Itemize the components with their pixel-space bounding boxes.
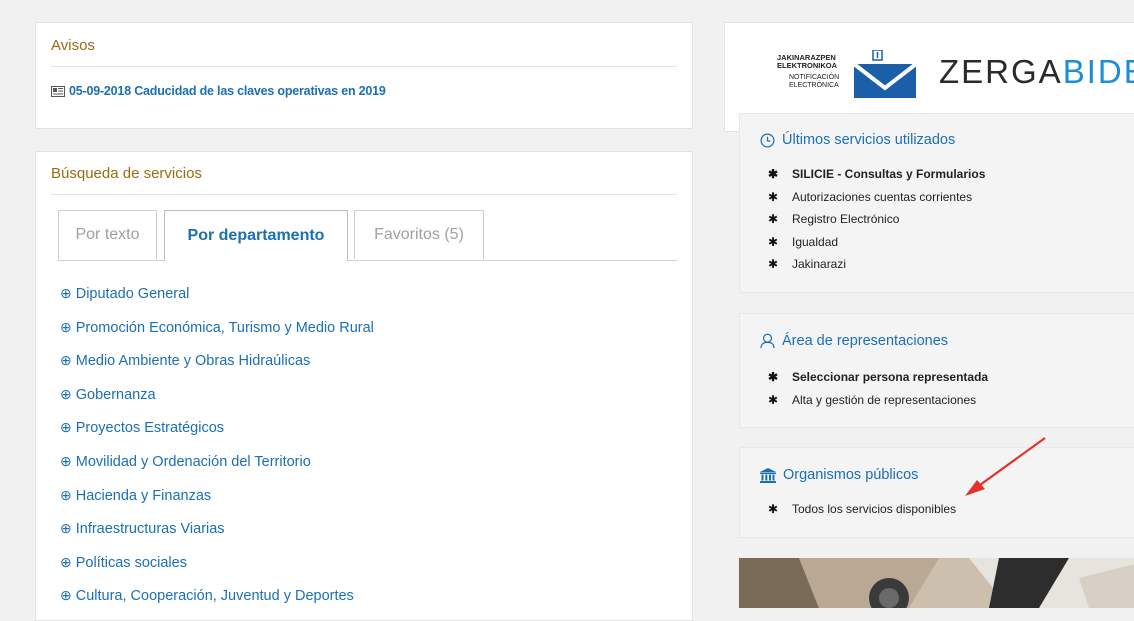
organismos-title-text: Organismos públicos — [783, 467, 919, 483]
notificacion-logo-text: NOTIFICACIÓN ELECTRÓNICA — [789, 74, 839, 90]
department-label: Diputado General — [75, 286, 190, 302]
department-label: Infraestructuras Viarias — [75, 521, 225, 538]
department-item[interactable]: ⊕ Cultura, Cooperación, Juventud y Deport… — [60, 578, 374, 612]
list-item[interactable]: ✱ Igualdad — [768, 231, 985, 254]
list-item[interactable]: ✱ Todos los servicios disponibles — [768, 498, 956, 521]
list-item-label: SILICIE - Consultas y Formularios — [792, 167, 986, 181]
organismos-panel: Organismos públicos ✱ Todos los servicios… — [739, 447, 1134, 538]
aviso-text: 05-09-2018 Caducidad de las claves opera… — [69, 84, 386, 98]
expand-plus-icon: ⊕ — [60, 285, 72, 301]
user-icon — [760, 333, 775, 349]
envelope-icon — [852, 50, 918, 98]
expand-plus-icon: ⊕ — [60, 486, 72, 503]
representaciones-panel: Área de representaciones ✱ Seleccionar pe… — [739, 313, 1134, 428]
avisos-title: Avisos — [51, 37, 95, 54]
aviso-link[interactable]: 05-09-2018 Caducidad de las claves opera… — [51, 84, 386, 98]
expand-plus-icon: ⊕ — [60, 587, 72, 604]
expand-plus-icon: ⊕ — [60, 520, 72, 537]
list-item[interactable]: ✱ Registro Electrónico — [768, 208, 985, 231]
list-item[interactable]: ✱ Seleccionar persona representada — [768, 366, 988, 389]
department-item[interactable]: ⊕ Movilidad y Ordenación del Territorio — [60, 444, 374, 478]
asterisk-icon: ✱ — [768, 370, 779, 384]
clock-icon — [760, 133, 775, 147]
list-item-label: Registro Electrónico — [792, 212, 900, 226]
divider — [51, 194, 677, 195]
department-list: ⊕ Diputado General ⊕ Promoción Económica, … — [60, 276, 374, 612]
list-item[interactable]: ✱ SILICIE - Consultas y Formularios — [768, 163, 985, 186]
department-label: Políticas sociales — [75, 554, 187, 571]
expand-plus-icon: ⊕ — [60, 553, 72, 570]
busqueda-title: Búsqueda de servicios — [51, 165, 202, 182]
asterisk-icon: ✱ — [768, 234, 779, 249]
department-label: Movilidad y Ordenación del Territorio — [75, 453, 311, 470]
department-item[interactable]: ⊕ Hacienda y Finanzas — [60, 478, 374, 512]
department-label: Medio Ambiente y Obras Hidraúlicas — [75, 353, 311, 370]
promo-image[interactable] — [739, 558, 1134, 608]
department-label: Proyectos Estratégicos — [75, 420, 225, 437]
ultimos-list: ✱ SILICIE - Consultas y Formularios ✱ Auto… — [768, 163, 985, 276]
expand-plus-icon: ⊕ — [60, 318, 72, 335]
organismos-list: ✱ Todos los servicios disponibles — [768, 498, 956, 521]
department-item[interactable]: ⊕ Diputado General — [60, 276, 374, 310]
list-item-label: Autorizaciones cuentas corrientes — [792, 189, 973, 204]
expand-plus-icon: ⊕ — [60, 385, 72, 402]
tab-bar: Por texto Por departamento Favoritos (5) — [58, 210, 677, 261]
expand-plus-icon: ⊕ — [60, 419, 72, 436]
busqueda-panel: Búsqueda de servicios Por texto Por depa… — [35, 151, 693, 621]
department-label: Cultura, Cooperación, Juventud y Deporte… — [75, 588, 354, 605]
ultimos-servicios-panel: Últimos servicios utilizados ✱ SILICIE - … — [739, 113, 1134, 293]
department-item[interactable]: ⊕ Medio Ambiente y Obras Hidraúlicas — [60, 343, 374, 377]
representaciones-title-text: Área de representaciones — [782, 333, 949, 349]
expand-plus-icon: ⊕ — [60, 452, 72, 469]
list-item[interactable]: ✱ Autorizaciones cuentas corrientes — [768, 186, 985, 209]
ultimos-title[interactable]: Últimos servicios utilizados — [760, 132, 955, 148]
department-item[interactable]: ⊕ Promoción Económica, Turismo y Medio Ru… — [60, 310, 374, 344]
institution-icon — [760, 467, 776, 483]
logo-part: BIDEA — [1062, 53, 1134, 90]
asterisk-icon: ✱ — [768, 212, 779, 226]
logo-line: ELECTRÓNICA — [789, 82, 839, 89]
asterisk-icon: ✱ — [768, 167, 779, 181]
asterisk-icon: ✱ — [768, 502, 779, 516]
list-item[interactable]: ✱ Alta y gestión de representaciones — [768, 389, 988, 412]
list-item-label: Jakinarazi — [792, 257, 847, 271]
list-item-label: Igualdad — [792, 234, 839, 249]
asterisk-icon: ✱ — [768, 189, 779, 204]
department-item[interactable]: ⊕ Proyectos Estratégicos — [60, 410, 374, 444]
logo-line: ELEKTRONIKOA — [777, 61, 837, 70]
logo-line: NOTIFICACIÓN — [789, 74, 840, 81]
desk-photo-image — [739, 558, 1134, 608]
tab-por-departamento[interactable]: Por departamento — [164, 210, 348, 261]
tab-favoritos[interactable]: Favoritos (5) — [354, 210, 484, 259]
red-arrow-annotation — [965, 437, 1046, 496]
asterisk-icon: ✱ — [768, 392, 779, 407]
department-item[interactable]: ⊕ Infraestructuras Viarias — [60, 511, 374, 545]
divider — [51, 66, 677, 67]
department-label: Promoción Económica, Turismo y Medio Rur… — [75, 319, 374, 336]
department-item[interactable]: ⊕ Políticas sociales — [60, 545, 374, 579]
asterisk-icon: ✱ — [768, 257, 779, 271]
tab-por-texto[interactable]: Por texto — [58, 210, 157, 259]
list-item-label: Alta y gestión de representaciones — [792, 392, 977, 407]
list-item-label: Todos los servicios disponibles — [792, 502, 957, 516]
newspaper-icon — [51, 85, 65, 97]
department-label: Gobernanza — [75, 386, 156, 403]
expand-plus-icon: ⊕ — [60, 352, 72, 369]
avisos-panel: Avisos 05-09-2018 Caducidad de las clave… — [35, 22, 693, 129]
organismos-title[interactable]: Organismos públicos — [760, 467, 918, 483]
department-label: Hacienda y Finanzas — [75, 487, 212, 504]
ultimos-title-text: Últimos servicios utilizados — [782, 132, 956, 148]
zergabidea-logo: ZERGABIDEA — [939, 53, 1134, 91]
logo-part: ZERGA — [939, 53, 1063, 90]
list-item-label: Seleccionar persona representada — [792, 370, 989, 384]
jakinarazpen-logo-text: JAKINARAZPEN ELEKTRONIKOA — [777, 54, 837, 70]
representaciones-list: ✱ Seleccionar persona representada ✱ Alta … — [768, 366, 988, 411]
department-item[interactable]: ⊕ Gobernanza — [60, 377, 374, 411]
list-item[interactable]: ✱ Jakinarazi — [768, 253, 985, 276]
representaciones-title[interactable]: Área de representaciones — [760, 333, 948, 349]
